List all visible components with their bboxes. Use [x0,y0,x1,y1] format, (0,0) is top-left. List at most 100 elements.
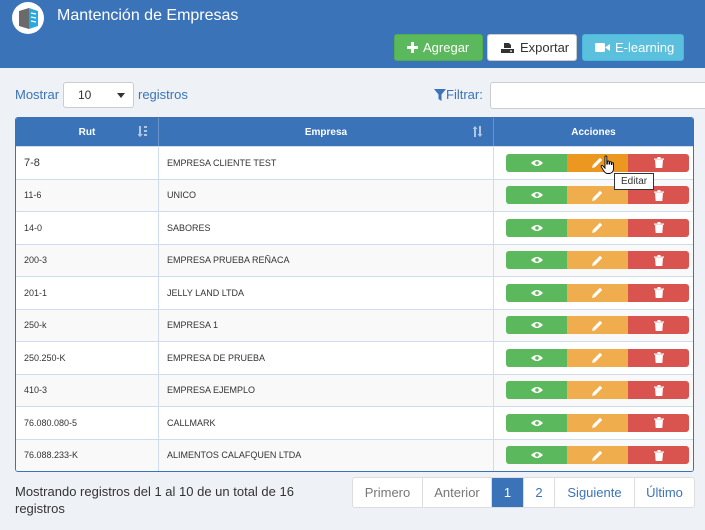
pagination-page-1[interactable]: 1 [492,478,524,507]
table-row: 410-3 EMPRESA EJEMPLO [16,373,693,406]
filter-label: Filtrar: [434,87,483,102]
page-size-select[interactable]: 10 [63,82,134,108]
actions-cell [494,245,693,277]
view-button[interactable] [506,218,567,237]
view-button[interactable] [506,153,567,172]
companies-table: Rut Empresa Acciones 7-8 EMPRESA CLIENTE… [15,117,694,472]
empresa-cell: SABORES [159,212,494,244]
trash-icon [653,384,664,396]
edit-button[interactable] [567,348,628,367]
rut-cell: 201-1 [16,277,159,309]
rut-cell: 14-0 [16,212,159,244]
edit-button[interactable] [567,413,628,432]
delete-button[interactable] [628,413,689,432]
empresa-cell: EMPRESA 1 [159,309,494,341]
table-row: 76.080.080-5 CALLMARK [16,406,693,439]
view-button[interactable] [506,413,567,432]
eye-icon [530,224,543,231]
pencil-icon [592,418,603,429]
column-header-acciones: Acciones [494,118,693,146]
column-header-empresa[interactable]: Empresa [159,118,494,146]
trash-icon [653,254,664,266]
table-body: 7-8 EMPRESA CLIENTE TEST 11-6 UNICO 14-0… [16,146,693,471]
filter-label-text: Filtrar: [446,87,483,102]
rut-cell: 7-8 [16,147,159,179]
trash-icon [653,222,664,234]
chevron-down-icon [117,93,125,98]
empresa-cell: CALLMARK [159,407,494,439]
edit-button[interactable] [567,381,628,400]
view-button[interactable] [506,446,567,465]
pagination-previous[interactable]: Anterior [423,478,492,507]
delete-button[interactable] [628,381,689,400]
trash-icon [653,189,664,201]
actions-cell [494,277,693,309]
pencil-icon [592,320,603,331]
edit-button[interactable] [567,446,628,465]
filter-icon [434,88,446,101]
app-header: Mantención de Empresas Agregar Exportar … [0,0,705,68]
eye-icon [530,419,543,426]
filter-input[interactable] [490,82,705,109]
pencil-icon [592,255,603,266]
view-button[interactable] [506,381,567,400]
delete-button[interactable] [628,446,689,465]
empresa-cell: EMPRESA EJEMPLO [159,374,494,406]
empresa-cell: JELLY LAND LTDA [159,277,494,309]
column-header-rut[interactable]: Rut [16,118,159,146]
actions-cell [494,212,693,244]
pencil-icon [592,385,603,396]
eye-icon [530,452,543,459]
table-row: 201-1 JELLY LAND LTDA [16,276,693,309]
rut-cell: 11-6 [16,179,159,211]
table-row: 250.250-K EMPRESA DE PRUEBA [16,341,693,374]
pagination-last[interactable]: Último [635,478,694,507]
add-button[interactable]: Agregar [394,34,483,61]
delete-button[interactable] [628,218,689,237]
sort-icon [473,126,483,137]
view-button[interactable] [506,186,567,205]
rut-cell: 76.088.233-K [16,439,159,471]
sort-icon [138,126,147,137]
edit-button[interactable] [567,251,628,270]
delete-button[interactable] [628,251,689,270]
delete-button[interactable] [628,316,689,335]
export-button[interactable]: Exportar [487,34,577,61]
elearning-button[interactable]: E-learning [582,34,684,61]
trash-icon [653,449,664,461]
table-info: Mostrando registros del 1 al 10 de un to… [15,484,294,516]
eye-icon [530,354,543,361]
table-row: 200-3 EMPRESA PRUEBA REÑACA [16,243,693,277]
column-header-label: Empresa [304,126,348,138]
edit-button[interactable] [567,283,628,302]
trash-icon [653,319,664,331]
view-button[interactable] [506,348,567,367]
view-button[interactable] [506,251,567,270]
eye-icon [530,289,543,296]
pagination-first[interactable]: Primero [353,478,423,507]
pagination: Primero Anterior 1 2 Siguiente Último [352,477,695,508]
pagination-next[interactable]: Siguiente [555,478,635,507]
edit-button[interactable] [567,316,628,335]
edit-button[interactable] [567,153,628,172]
edit-button[interactable] [567,218,628,237]
pencil-icon [592,353,603,364]
hand-cursor-icon [600,155,614,174]
pagination-page-2[interactable]: 2 [524,478,555,507]
view-button[interactable] [506,283,567,302]
eye-icon [530,192,543,199]
actions-cell [494,342,693,374]
empresa-cell: ALIMENTOS CALAFQUEN LTDA [159,439,494,471]
trash-icon [653,352,664,364]
delete-button[interactable] [628,283,689,302]
table-row: 250-k EMPRESA 1 [16,308,693,341]
table-header: Rut Empresa Acciones [16,118,693,146]
rut-cell: 200-3 [16,244,159,276]
pencil-icon [592,450,603,461]
view-button[interactable] [506,316,567,335]
delete-button[interactable] [628,348,689,367]
video-camera-icon [595,42,610,53]
eye-icon [530,159,543,166]
empresa-cell: EMPRESA PRUEBA REÑACA [159,244,494,276]
delete-button[interactable] [628,153,689,172]
